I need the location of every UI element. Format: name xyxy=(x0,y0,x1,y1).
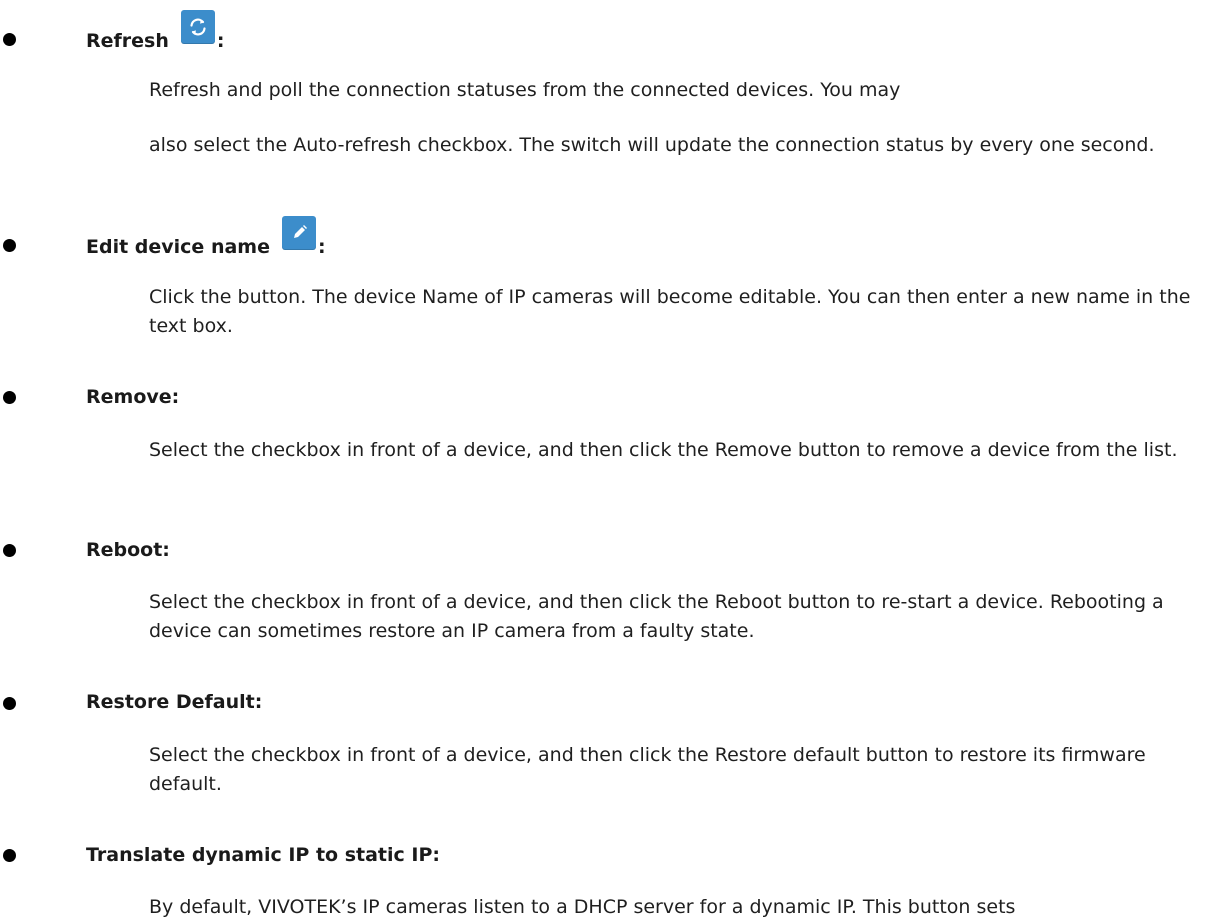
edit-device-name-heading: Edit device name : xyxy=(86,216,326,258)
bullet-icon xyxy=(3,33,16,46)
restore-default-paragraph: Select the checkbox in front of a device… xyxy=(149,744,1146,795)
refresh-paragraph-1: Refresh and poll the connection statuses… xyxy=(149,79,901,101)
refresh-heading-text: Refresh xyxy=(86,30,169,52)
bullet-icon xyxy=(3,544,16,557)
translate-ip-heading-text: Translate dynamic IP to static IP: xyxy=(86,844,440,866)
refresh-heading: Refresh : xyxy=(86,10,225,52)
refresh-paragraph-2: also select the Auto-refresh checkbox. T… xyxy=(149,134,1155,156)
remove-heading-text: Remove: xyxy=(86,386,180,408)
reboot-paragraph: Select the checkbox in front of a device… xyxy=(149,591,1164,642)
reboot-heading-text: Reboot: xyxy=(86,539,170,561)
restore-default-heading-text: Restore Default: xyxy=(86,691,263,713)
pencil-icon xyxy=(293,225,307,238)
translate-ip-heading: Translate dynamic IP to static IP: xyxy=(86,844,440,866)
refresh-colon: : xyxy=(216,30,225,52)
bullet-icon xyxy=(3,391,16,404)
edit-device-name-paragraph: Click the button. The device Name of IP … xyxy=(149,286,1191,337)
edit-device-name-colon: : xyxy=(317,236,326,258)
refresh-button[interactable] xyxy=(180,10,215,44)
remove-paragraph: Select the checkbox in front of a device… xyxy=(149,439,1178,461)
bullet-icon xyxy=(3,697,16,710)
remove-heading: Remove: xyxy=(86,386,179,408)
edit-device-name-button[interactable] xyxy=(281,216,316,250)
refresh-icon xyxy=(190,18,206,36)
edit-device-name-heading-text: Edit device name xyxy=(86,236,270,258)
translate-ip-paragraph: By default, VIVOTEK’s IP cameras listen … xyxy=(149,896,1016,918)
reboot-heading: Reboot: xyxy=(86,539,170,561)
bullet-icon xyxy=(3,239,16,252)
restore-default-heading: Restore Default: xyxy=(86,691,262,713)
